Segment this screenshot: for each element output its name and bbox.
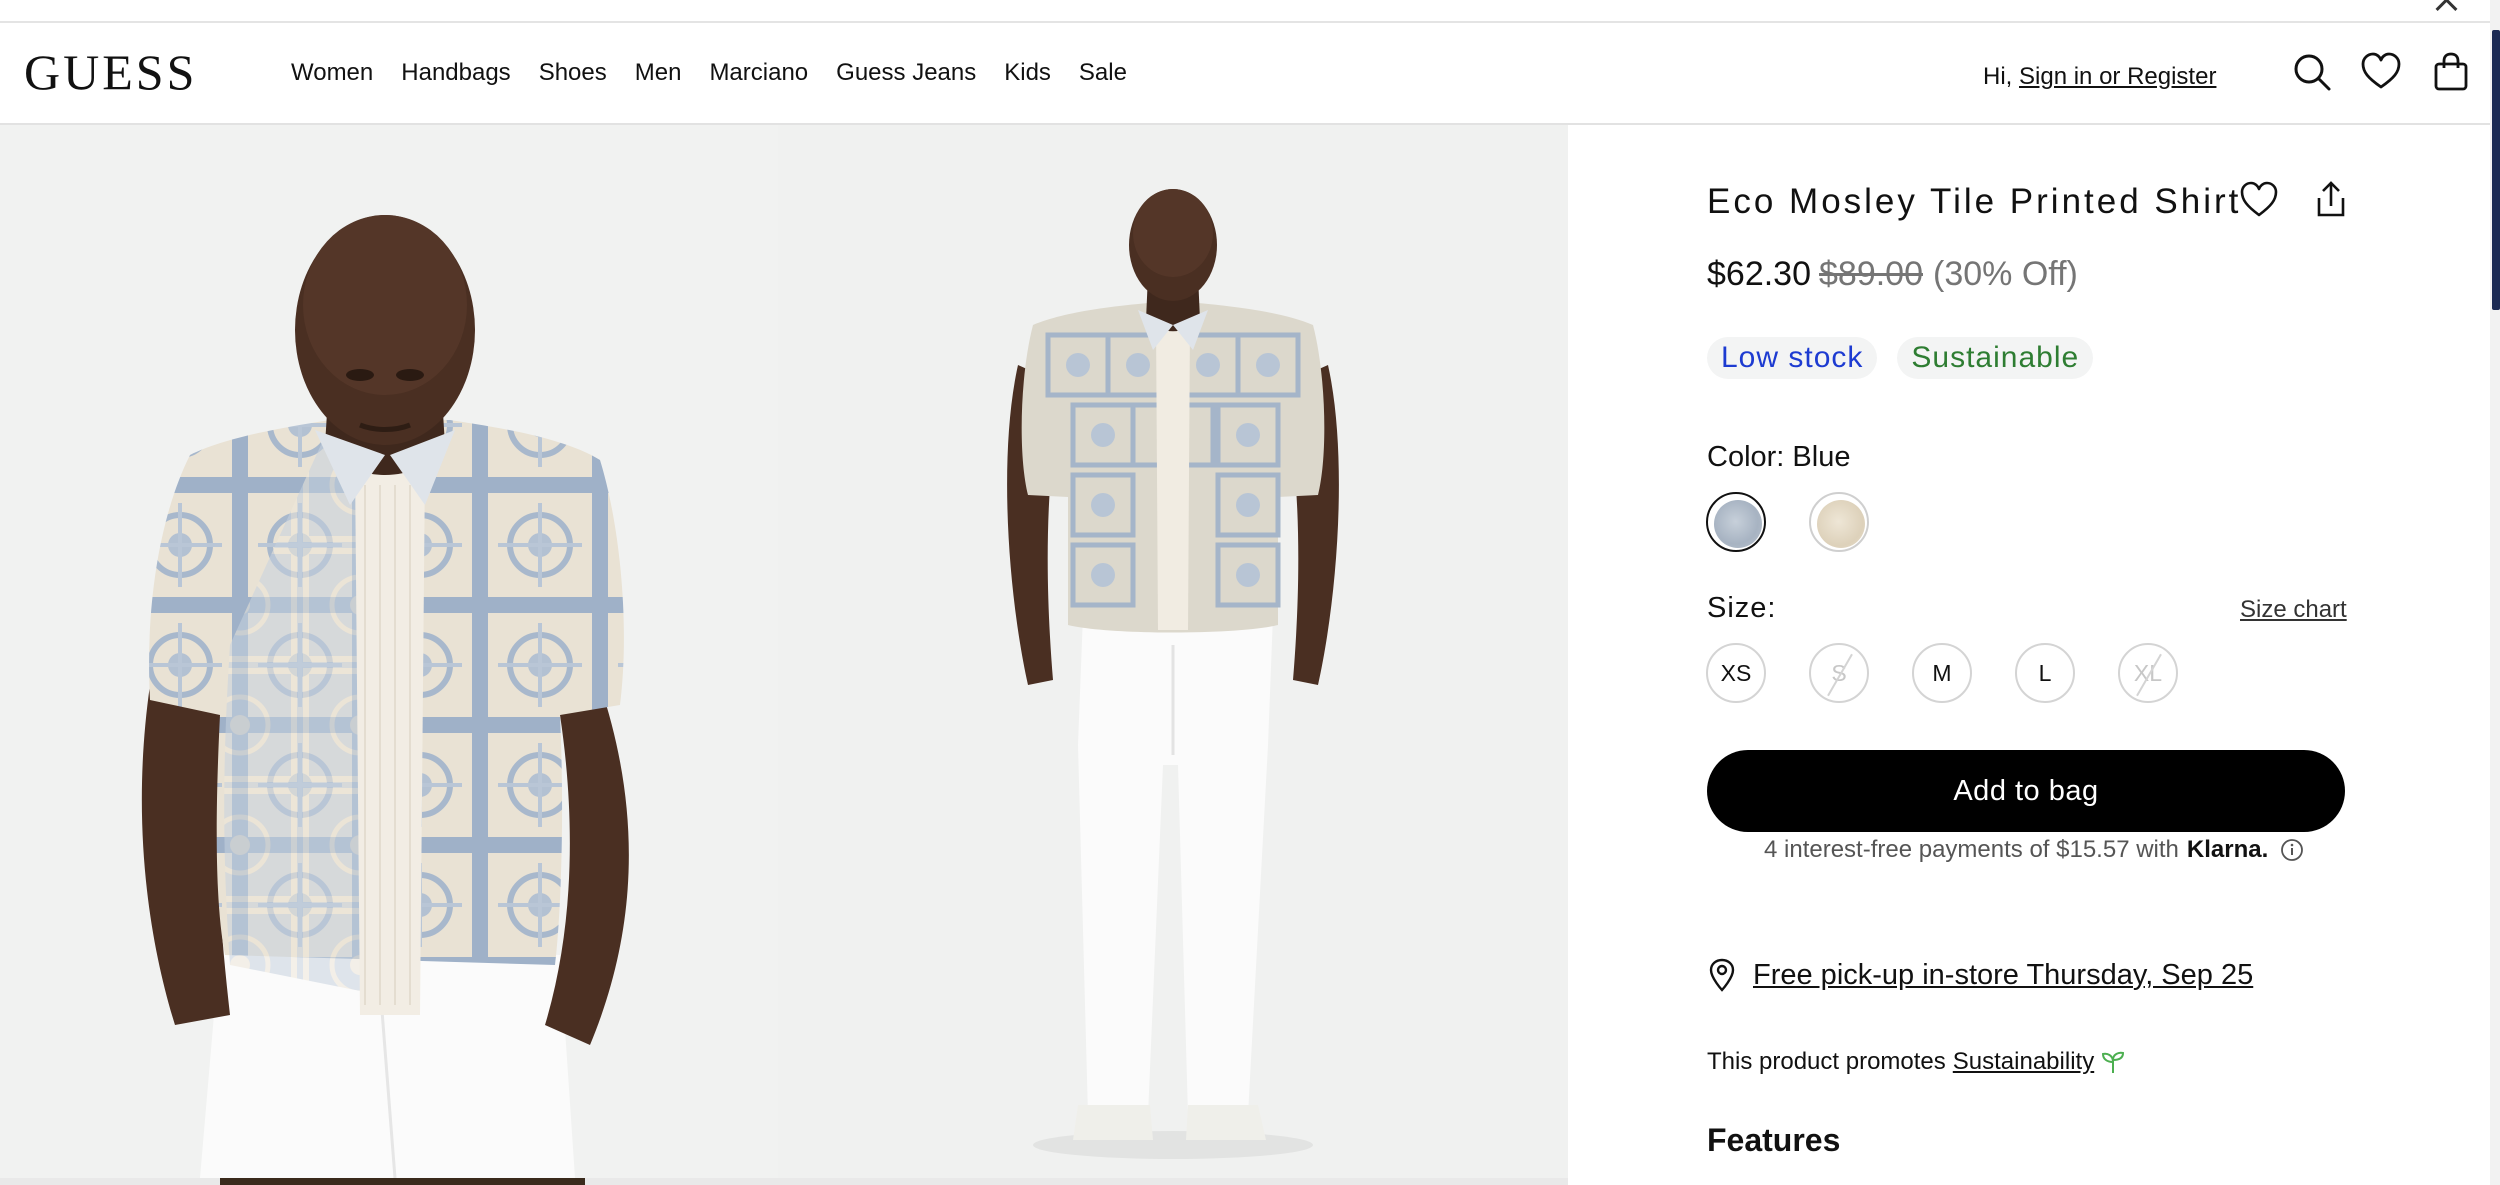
color-swatch-cream[interactable] bbox=[1809, 492, 1869, 552]
sustainability-promo: This product promotes Sustainability bbox=[1707, 1048, 2126, 1076]
nav-item-men[interactable]: Men bbox=[635, 59, 682, 87]
sustainability-link[interactable]: Sustainability bbox=[1953, 1048, 2094, 1076]
share-icon[interactable] bbox=[2311, 180, 2351, 220]
add-to-bag-button[interactable]: Add to bag bbox=[1707, 750, 2345, 832]
product-image-full-body[interactable] bbox=[778, 125, 1568, 1178]
greeting-text: Hi, bbox=[1983, 63, 2013, 90]
low-stock-badge: Low stock bbox=[1707, 337, 1878, 379]
sustainable-badge: Sustainable bbox=[1897, 337, 2094, 379]
account-greeting: Hi, Sign in or Register bbox=[1983, 63, 2216, 91]
nav-item-guess-jeans[interactable]: Guess Jeans bbox=[836, 59, 976, 87]
product-title: Eco Mosley Tile Printed Shirt bbox=[1707, 182, 2242, 221]
product-image-front-closeup[interactable] bbox=[0, 125, 778, 1178]
guess-logo[interactable]: GUESS bbox=[24, 47, 197, 97]
features-heading[interactable]: Features bbox=[1707, 1122, 1840, 1159]
top-strip bbox=[0, 0, 2490, 23]
status-badges: Low stock Sustainable bbox=[1707, 337, 2094, 379]
sprout-icon bbox=[2100, 1049, 2126, 1075]
klarna-logo: Klarna. bbox=[2186, 836, 2269, 863]
color-label: Color: Blue bbox=[1707, 441, 1851, 473]
nav-item-handbags[interactable]: Handbags bbox=[401, 59, 510, 87]
size-chart-link[interactable]: Size chart bbox=[2240, 596, 2347, 624]
promote-text: This product promotes bbox=[1707, 1048, 1946, 1075]
nav-item-kids[interactable]: Kids bbox=[1004, 59, 1051, 87]
size-option-xs[interactable]: XS bbox=[1706, 643, 1766, 703]
nav-item-sale[interactable]: Sale bbox=[1079, 59, 1127, 87]
gallery-next-image-edge bbox=[220, 1178, 585, 1185]
nav-item-marciano[interactable]: Marciano bbox=[709, 59, 808, 87]
store-pickup: Free pick-up in-store Thursday, Sep 25 bbox=[1707, 958, 2253, 992]
size-option-s[interactable]: S bbox=[1809, 643, 1869, 703]
wishlist-heart-icon[interactable] bbox=[2239, 180, 2279, 220]
info-icon[interactable] bbox=[2280, 838, 2304, 862]
klarna-text: 4 interest-free payments of $15.57 with bbox=[1764, 836, 2179, 863]
discount-percent: (30% Off) bbox=[1933, 255, 2078, 293]
klarna-message: 4 interest-free payments of $15.57 with … bbox=[1764, 836, 2304, 864]
search-icon[interactable] bbox=[2291, 51, 2333, 93]
price-row: $62.30 $89.00 (30% Off) bbox=[1707, 255, 2078, 294]
main-nav: Women Handbags Shoes Men Marciano Guess … bbox=[291, 59, 1155, 87]
size-option-m[interactable]: M bbox=[1912, 643, 1972, 703]
heart-icon[interactable] bbox=[2360, 51, 2402, 93]
location-pin-icon bbox=[1707, 958, 1737, 992]
nav-item-women[interactable]: Women bbox=[291, 59, 373, 87]
size-option-l[interactable]: L bbox=[2015, 643, 2075, 703]
scrollbar[interactable] bbox=[2490, 0, 2500, 1185]
nav-item-shoes[interactable]: Shoes bbox=[539, 59, 607, 87]
site-header: GUESS Women Handbags Shoes Men Marciano … bbox=[0, 23, 2490, 125]
close-icon[interactable] bbox=[2432, 0, 2460, 14]
size-option-xl[interactable]: XL bbox=[2118, 643, 2178, 703]
sale-price: $62.30 bbox=[1707, 255, 1811, 293]
original-price: $89.00 bbox=[1819, 255, 1923, 293]
scrollbar-thumb[interactable] bbox=[2492, 30, 2500, 310]
sign-in-link[interactable]: Sign in or Register bbox=[2019, 63, 2216, 90]
bag-icon[interactable] bbox=[2430, 51, 2472, 93]
color-swatch-blue[interactable] bbox=[1706, 492, 1766, 552]
size-label: Size: bbox=[1707, 592, 1777, 624]
pickup-link[interactable]: Free pick-up in-store Thursday, Sep 25 bbox=[1753, 959, 2253, 992]
